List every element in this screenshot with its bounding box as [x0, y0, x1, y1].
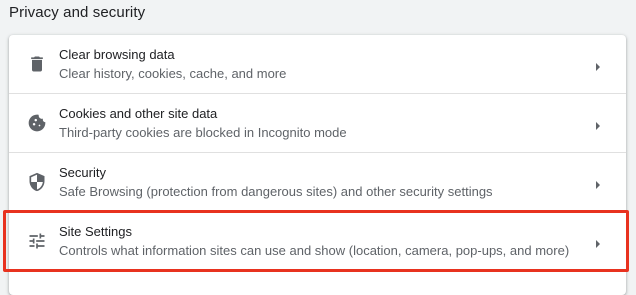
- row-subtitle: Safe Browsing (protection from dangerous…: [59, 184, 493, 199]
- row-subtitle: Clear history, cookies, cache, and more: [59, 66, 287, 81]
- row-title: Site Settings: [59, 224, 132, 239]
- shield-icon: [27, 172, 47, 192]
- sliders-icon: [27, 231, 47, 251]
- security-row[interactable]: Security Safe Browsing (protection from …: [9, 153, 626, 211]
- cookies-site-data-row[interactable]: Cookies and other site data Third-party …: [9, 94, 626, 152]
- chevron-right-icon: [594, 177, 602, 189]
- chevron-right-icon: [594, 118, 602, 130]
- row-title: Security: [59, 165, 106, 180]
- section-title: Privacy and security: [9, 4, 146, 21]
- cookie-icon: [27, 113, 47, 133]
- trash-icon: [27, 54, 47, 74]
- row-subtitle: Third-party cookies are blocked in Incog…: [59, 125, 347, 140]
- privacy-security-card: Clear browsing data Clear history, cooki…: [9, 35, 626, 295]
- chevron-right-icon: [594, 59, 602, 71]
- site-settings-row[interactable]: Site Settings Controls what information …: [9, 212, 626, 270]
- divider: [9, 270, 626, 271]
- row-subtitle: Controls what information sites can use …: [59, 243, 570, 258]
- chevron-right-icon: [594, 236, 602, 248]
- clear-browsing-data-row[interactable]: Clear browsing data Clear history, cooki…: [9, 35, 626, 93]
- row-title: Clear browsing data: [59, 47, 175, 62]
- row-title: Cookies and other site data: [59, 106, 218, 121]
